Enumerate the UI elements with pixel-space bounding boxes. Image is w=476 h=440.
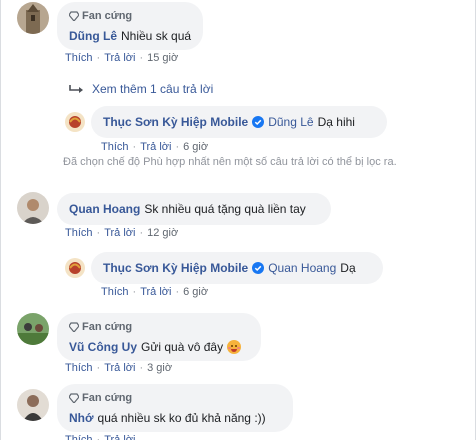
comment-bubble: Fan cứng Nhớ quá nhiều sk ko đủ khả năng…	[57, 384, 293, 432]
page-avatar[interactable]	[65, 258, 85, 278]
separator: ·	[96, 434, 101, 440]
reply-button[interactable]: Trả lời	[104, 434, 135, 440]
reply-button[interactable]: Trả lời	[104, 52, 135, 64]
reply-button[interactable]: Trả lời	[104, 227, 135, 239]
comment-actions: Thích · Trả lời · 3 giờ	[65, 362, 172, 374]
reply-author[interactable]: Thục Sơn Kỳ Hiệp Mobile	[103, 260, 248, 276]
reply-button[interactable]: Trả lời	[140, 141, 171, 153]
view-more-replies-label: Xem thêm 1 câu trả lời	[92, 82, 214, 96]
like-button[interactable]: Thích	[65, 227, 93, 239]
like-button[interactable]: Thích	[65, 434, 93, 440]
like-button[interactable]: Thích	[65, 362, 93, 374]
reply-bubble: Thục Sơn Kỳ Hiệp Mobile Quan Hoang Dạ	[91, 252, 383, 284]
separator: ·	[96, 227, 101, 239]
fan-badge-label: Fan cứng	[82, 321, 133, 333]
filter-notice: Đã chọn chế độ Phù hợp nhất nên một số c…	[63, 156, 397, 168]
comment-thread: Fan cứng Dũng Lê Nhiều sk quá Thích · Tr…	[0, 0, 476, 440]
comment-bubble: Quan Hoang Sk nhiều quá tặng quà liền ta…	[57, 193, 331, 225]
separator: ·	[132, 286, 137, 298]
fan-badge: Fan cứng	[69, 391, 281, 405]
verified-badge-icon	[252, 262, 265, 274]
like-button[interactable]: Thích	[65, 52, 93, 64]
verified-badge-icon	[252, 116, 265, 128]
fan-badge-label: Fan cứng	[82, 10, 133, 22]
separator: ·	[96, 52, 101, 64]
comment-actions: Thích · Trả lời · 12 giờ	[65, 227, 178, 239]
comment-author[interactable]: Dũng Lê	[69, 28, 117, 44]
separator: ·	[139, 362, 144, 374]
reply-button[interactable]: Trả lời	[104, 362, 135, 374]
diamond-icon	[69, 393, 79, 403]
reply-button[interactable]: Trả lời	[140, 286, 171, 298]
avatar[interactable]	[17, 389, 49, 421]
comment-author[interactable]: Vũ Công Uy	[69, 339, 137, 355]
diamond-icon	[69, 322, 79, 332]
reply-arrow-icon	[69, 85, 83, 93]
comment-text: Sk nhiều quá tặng quà liền tay	[144, 202, 306, 216]
separator: ·	[139, 52, 144, 64]
like-button[interactable]: Thích	[101, 286, 129, 298]
smiley-emoji-icon	[227, 340, 242, 354]
comment-time[interactable]: 12 giờ	[147, 227, 178, 239]
diamond-icon	[69, 11, 79, 21]
comment-actions: Thích · Trả lời	[65, 434, 135, 440]
like-button[interactable]: Thích	[101, 141, 129, 153]
comment-time[interactable]: 3 giờ	[147, 362, 172, 374]
view-more-replies[interactable]: Xem thêm 1 câu trả lời	[69, 82, 213, 96]
separator: ·	[175, 286, 180, 298]
fan-badge: Fan cứng	[69, 320, 249, 334]
comment-time[interactable]: 6 giờ	[183, 141, 208, 153]
comment-bubble: Fan cứng Dũng Lê Nhiều sk quá	[57, 2, 203, 50]
avatar[interactable]	[17, 313, 49, 345]
comment-author[interactable]: Quan Hoang	[69, 201, 140, 217]
comment-text: quá nhiều sk ko đủ khả năng :))	[97, 411, 266, 425]
comment-actions: Thích · Trả lời · 15 giờ	[65, 52, 178, 64]
reply-bubble: Thục Sơn Kỳ Hiệp Mobile Dũng Lê Dạ hihi	[91, 106, 387, 138]
comment-time[interactable]: 6 giờ	[183, 286, 208, 298]
avatar[interactable]	[17, 192, 49, 224]
reply-author[interactable]: Thục Sơn Kỳ Hiệp Mobile	[103, 114, 248, 130]
separator: ·	[96, 362, 101, 374]
reply-actions: Thích · Trả lời · 6 giờ	[101, 286, 208, 298]
comment-author[interactable]: Nhớ	[69, 410, 94, 426]
reply-actions: Thích · Trả lời · 6 giờ	[101, 141, 208, 153]
page-avatar[interactable]	[65, 112, 85, 132]
fan-badge-label: Fan cứng	[82, 392, 133, 404]
comment-time[interactable]: 15 giờ	[147, 52, 178, 64]
reply-text: Dạ hihi	[317, 115, 355, 129]
separator: ·	[132, 141, 137, 153]
mention-link[interactable]: Quan Hoang	[268, 260, 336, 276]
avatar[interactable]	[17, 2, 49, 34]
comment-text: Nhiều sk quá	[121, 29, 192, 43]
separator: ·	[175, 141, 180, 153]
mention-link[interactable]: Dũng Lê	[268, 114, 313, 130]
fan-badge: Fan cứng	[69, 9, 191, 23]
separator: ·	[139, 227, 144, 239]
comment-text: Gửi quà vô đây	[141, 340, 224, 354]
reply-text: Dạ	[340, 261, 356, 275]
comment-bubble: Fan cứng Vũ Công Uy Gửi quà vô đây	[57, 313, 261, 361]
